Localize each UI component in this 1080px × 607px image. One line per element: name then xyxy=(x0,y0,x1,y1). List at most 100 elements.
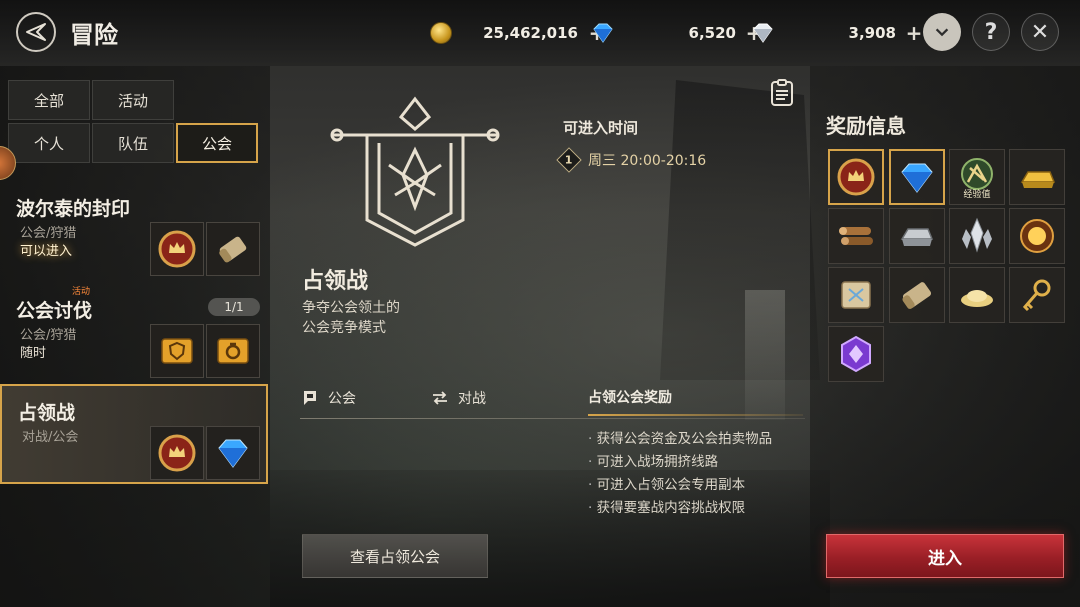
swap-arrows-icon xyxy=(433,391,447,405)
dungeon-item-bolthai-seal[interactable]: 波尔泰的封印 公会/狩猎 可以进入 xyxy=(0,182,268,282)
guild-reward-list: 获得公会资金及公会拍卖物品 可进入战场拥挤线路 可进入占领公会专用副本 获得要塞… xyxy=(588,428,773,520)
iron-ingot-icon xyxy=(900,228,934,246)
help-button[interactable]: ? xyxy=(972,13,1010,51)
map-scroll-icon xyxy=(841,281,871,309)
dungeon-item-guild-raid[interactable]: 活动 公会讨伐 1/1 公会/狩猎 随时 xyxy=(0,284,268,384)
ornate-key-icon xyxy=(1022,279,1051,312)
scroll-icon xyxy=(902,282,932,309)
reward-slot[interactable] xyxy=(1009,149,1065,205)
guild-tag: 公会 xyxy=(302,388,356,408)
reward-slot[interactable] xyxy=(150,222,204,276)
experience-label: 经验值 xyxy=(963,190,991,200)
dungeon-type: 公会/狩猎 xyxy=(20,328,77,343)
reward-slot[interactable]: 经验值 xyxy=(949,149,1005,205)
notes-icon[interactable] xyxy=(768,79,796,107)
dungeon-status: 可以进入 xyxy=(20,244,73,259)
time-index-badge: 1 xyxy=(556,147,582,173)
view-occupying-guild-button[interactable]: 查看占领公会 xyxy=(302,534,488,578)
dungeon-name: 波尔泰的封印 xyxy=(16,198,131,220)
blue-gem-icon xyxy=(593,23,613,43)
reward-slot[interactable] xyxy=(828,267,884,323)
reward-slot[interactable] xyxy=(206,222,260,276)
mode-title: 占领战 xyxy=(302,269,369,294)
reward-slot[interactable] xyxy=(949,267,1005,323)
entry-time-label: 可进入时间 xyxy=(563,119,639,137)
white-gem-currency: 3,908 + xyxy=(750,17,927,49)
guild-medal-icon xyxy=(837,158,875,196)
gold-dust-icon xyxy=(961,290,993,307)
gold-currency: 25,462,016 + xyxy=(430,17,610,49)
reward-slot[interactable] xyxy=(206,426,260,480)
guild-medal-icon xyxy=(158,434,196,472)
dungeon-status: 随时 xyxy=(20,346,47,361)
mode-description: 争夺公会领土的 公会竞争模式 xyxy=(302,300,400,336)
scroll-icon xyxy=(219,236,247,263)
pvp-tag: 对战 xyxy=(432,388,486,408)
page-title: 冒险 xyxy=(70,21,118,49)
reward-slot[interactable] xyxy=(206,324,260,378)
tab-all[interactable]: 全部 xyxy=(8,80,90,120)
back-button[interactable] xyxy=(16,12,56,52)
reward-slot[interactable] xyxy=(150,426,204,480)
background-waterfall xyxy=(745,290,785,420)
white-gem-amount: 3,908 xyxy=(848,24,896,42)
entry-time-value: 周三 20:00-20:16 xyxy=(588,153,707,169)
tab-party[interactable]: 队伍 xyxy=(92,123,174,163)
dungeon-name: 公会讨伐 xyxy=(16,300,93,322)
chevron-down-icon xyxy=(935,28,949,37)
close-button[interactable]: ✕ xyxy=(1021,13,1059,51)
list-item: 获得公会资金及公会拍卖物品 xyxy=(588,428,773,451)
reward-slot[interactable] xyxy=(949,208,1005,264)
blue-gem-amount: 6,520 xyxy=(688,24,736,42)
purple-crystal-icon xyxy=(841,335,871,373)
reward-slot[interactable] xyxy=(150,324,204,378)
gold-coin-icon xyxy=(430,22,452,44)
gold-amount: 25,462,016 xyxy=(483,24,578,42)
dungeon-type: 公会/狩猎 xyxy=(20,226,77,241)
list-item: 可进入占领公会专用副本 xyxy=(588,474,772,497)
guild-medal-icon xyxy=(158,230,196,268)
tab-personal[interactable]: 个人 xyxy=(8,123,90,163)
flag-icon xyxy=(304,391,316,405)
tab-event[interactable]: 活动 xyxy=(92,80,174,120)
shield-buff-icon xyxy=(161,338,193,364)
tab-guild[interactable]: 公会 xyxy=(176,123,258,163)
divider xyxy=(300,418,805,419)
blue-gem-icon xyxy=(218,439,248,468)
reward-slot[interactable] xyxy=(889,149,945,205)
blue-gem-currency: 6,520 + xyxy=(590,17,767,49)
reward-info-title: 奖励信息 xyxy=(826,114,906,138)
dropdown-button[interactable] xyxy=(923,13,961,51)
enter-button[interactable]: 进入 xyxy=(826,534,1064,578)
entry-count: 1/1 xyxy=(208,298,260,316)
blue-gem-icon xyxy=(901,163,933,193)
reward-slot[interactable] xyxy=(828,326,884,382)
guild-reward-heading: 占领公会奖励 xyxy=(588,390,672,406)
reward-slot[interactable] xyxy=(828,208,884,264)
background-cliff xyxy=(660,80,820,380)
tag-pvp-label: 对战 xyxy=(458,391,486,407)
white-gem-icon xyxy=(753,23,773,43)
tag-guild-label: 公会 xyxy=(328,391,356,407)
refresh-buff-icon xyxy=(217,338,249,364)
reward-slot[interactable] xyxy=(889,208,945,264)
reward-slot[interactable] xyxy=(828,149,884,205)
top-bar: 冒险 25,462,016 + 6,520 + 3,908 + ? ✕ xyxy=(0,0,1080,66)
reward-slot[interactable] xyxy=(1009,208,1065,264)
crystal-ore-icon xyxy=(962,217,992,253)
time-index: 1 xyxy=(565,153,573,167)
guild-banner-emblem xyxy=(330,96,500,247)
dungeon-name: 占领战 xyxy=(18,402,76,424)
list-item: 获得要塞战内容挑战权限 xyxy=(588,497,772,520)
reward-divider xyxy=(588,414,803,416)
sun-orb-icon xyxy=(1020,219,1054,253)
wood-logs-icon xyxy=(839,227,873,245)
reward-slot[interactable] xyxy=(1009,267,1065,323)
list-item: 可进入战场拥挤线路 xyxy=(588,451,772,474)
dungeon-item-occupation-war[interactable]: 占领战 对战/公会 xyxy=(0,384,268,484)
reward-slot[interactable] xyxy=(889,267,945,323)
back-arrow-icon xyxy=(26,23,46,41)
entry-time-row: 1 周三 20:00-20:16 xyxy=(556,147,707,173)
dungeon-type: 对战/公会 xyxy=(22,430,79,445)
gold-bar-icon xyxy=(1020,171,1056,188)
